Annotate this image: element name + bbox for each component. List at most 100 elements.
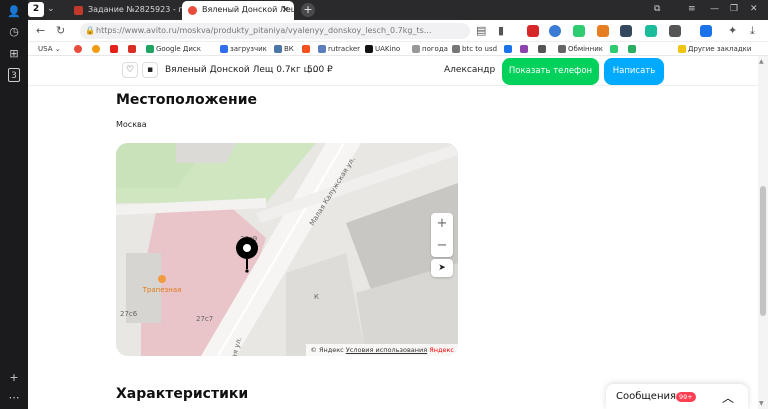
- building-label-27c6: 27с6: [120, 310, 138, 318]
- maximize-icon[interactable]: ❐: [730, 2, 738, 17]
- close-window-icon[interactable]: ✕: [750, 2, 758, 17]
- characteristics-heading: Характеристики: [116, 386, 249, 402]
- weather-icon: [412, 45, 420, 53]
- notes-icon[interactable]: ▪: [142, 62, 158, 78]
- sticky-product-header: ♡ ▪ Вяленый Донской Лещ 0.7кг ц... 500 ₽…: [28, 56, 768, 86]
- tab-label: Вяленый Донской Лещ: [202, 5, 294, 14]
- close-tab-icon[interactable]: ×: [281, 1, 289, 19]
- bookmark-icon[interactable]: ⧉: [654, 2, 660, 17]
- extension-ublock-icon[interactable]: [527, 25, 539, 37]
- bookmark-zagruzchik[interactable]: загрузчик: [220, 43, 267, 55]
- location-pin-icon: [236, 237, 258, 273]
- google-drive-icon: [146, 45, 154, 53]
- apps-icon[interactable]: ⊞: [6, 46, 22, 62]
- back-icon[interactable]: ←: [36, 23, 45, 39]
- exchange-icon: [558, 45, 566, 53]
- messages-label: Сообщения: [616, 391, 677, 402]
- zoom-in-button[interactable]: +: [431, 213, 453, 235]
- uakino-icon: [365, 45, 373, 53]
- bookmark-pogoda[interactable]: погода: [412, 43, 448, 55]
- extension-orange-icon[interactable]: [597, 25, 609, 37]
- chevron-down-icon[interactable]: ⌄: [47, 2, 55, 17]
- location-map[interactable]: Малая Калужская ул. ская ул. 27с9 27с6 2…: [116, 143, 458, 356]
- url-field[interactable]: 🔒 https://www.avito.ru/moskva/produkty_p…: [80, 23, 470, 39]
- navigation-arrow-icon: ➤: [438, 263, 446, 273]
- geolocation-button[interactable]: ➤: [431, 259, 453, 277]
- bookmark-google-drive[interactable]: Google Диск: [146, 43, 201, 55]
- bookmark-rutracker[interactable]: rutracker: [318, 43, 360, 55]
- favorite-heart-icon[interactable]: ♡: [122, 62, 138, 78]
- workspace-3-icon[interactable]: 3: [8, 68, 20, 82]
- reader-icon[interactable]: ▤: [476, 23, 486, 39]
- downloads-icon[interactable]: [700, 25, 712, 37]
- extension-green-icon[interactable]: [573, 25, 585, 37]
- tab-counter[interactable]: 2: [28, 2, 44, 17]
- scroll-down-icon[interactable]: ▼: [759, 400, 764, 407]
- extension-calendar-icon[interactable]: [620, 25, 632, 37]
- downloader-icon: [220, 45, 228, 53]
- bookmark-obminnyk[interactable]: Обмінник: [558, 43, 603, 55]
- bookmark-other[interactable]: Другие закладки: [678, 43, 751, 55]
- product-title: Вяленый Донской Лещ 0.7кг ц...: [165, 65, 319, 75]
- location-city: Москва: [116, 120, 147, 129]
- bookmark-btc[interactable]: btc to usd: [452, 43, 497, 55]
- building-label-27c7: 27с7: [196, 315, 214, 323]
- restaurant-icon: [158, 275, 166, 283]
- minimize-icon[interactable]: —: [710, 2, 719, 17]
- bookmark-purple-icon: [520, 45, 528, 53]
- messages-badge: 99+: [676, 392, 696, 402]
- download-arrow-icon[interactable]: ⤓: [750, 23, 755, 39]
- scrollbar-thumb[interactable]: [760, 186, 766, 316]
- tab-avito-active[interactable]: Вяленый Донской Лещ ×: [182, 1, 294, 20]
- folder-icon: [678, 45, 686, 53]
- youtube-icon: [110, 45, 118, 53]
- terms-link[interactable]: Условия использования: [346, 346, 427, 354]
- bookmark-star-icon: [628, 45, 636, 53]
- write-message-button[interactable]: Написать: [604, 58, 664, 85]
- extension-copy-icon[interactable]: [669, 25, 681, 37]
- tab-bar: 2 ⌄ Задание №2825923 - про Вяленый Донск…: [28, 0, 768, 20]
- bookmark-p-icon: [504, 45, 512, 53]
- bookmark-grey-icon: [538, 45, 546, 53]
- profile-icon[interactable]: 👤: [6, 4, 22, 20]
- bookmark-usa[interactable]: USA ⌄: [38, 43, 61, 55]
- extension-vpn-icon[interactable]: [549, 25, 561, 37]
- lock-icon: 🔒: [85, 26, 95, 35]
- sp-favicon-icon: [74, 6, 83, 15]
- add-panel-icon[interactable]: +: [6, 370, 22, 386]
- poi-cafe[interactable]: Трапезная: [136, 275, 188, 294]
- bookmark-orange-icon: [92, 45, 100, 53]
- map-copyright: © Яндекс Условия использования Яндекс: [306, 344, 458, 356]
- map-zoom-control: + −: [431, 213, 453, 257]
- gmail-icon: [128, 45, 136, 53]
- reload-icon[interactable]: ↻: [56, 23, 65, 39]
- panel-settings-icon[interactable]: ⋯: [6, 390, 22, 406]
- menu-icon[interactable]: ≡: [688, 2, 696, 17]
- bookmark-vk[interactable]: ВК: [274, 43, 294, 55]
- bookmark-f-icon: [302, 45, 310, 53]
- bookmarks-bar: USA ⌄ Google Диск загрузчик ВК rutracker…: [28, 42, 768, 56]
- zoom-out-button[interactable]: −: [431, 235, 453, 257]
- extensions-puzzle-icon[interactable]: ✦: [728, 23, 737, 39]
- search-icon: [452, 45, 460, 53]
- show-phone-button[interactable]: Показать телефон: [502, 58, 599, 85]
- extension-v-icon[interactable]: [645, 25, 657, 37]
- page-scrollbar[interactable]: ▲ ▼: [758, 56, 768, 409]
- location-heading: Местоположение: [116, 92, 258, 108]
- url-text: https://www.avito.ru/moskva/produkty_pit…: [96, 26, 432, 35]
- chevron-up-icon[interactable]: ︿: [722, 389, 734, 406]
- yandex-logo: Яндекс: [429, 346, 454, 354]
- bookmark-star-icon[interactable]: ▮: [498, 23, 504, 39]
- product-price: 500 ₽: [307, 65, 333, 75]
- messages-widget[interactable]: Сообщения 99+ ︿: [606, 384, 748, 409]
- avito-favicon-icon: [188, 6, 197, 15]
- seller-name[interactable]: Александр: [444, 65, 495, 75]
- google-icon: [74, 45, 82, 53]
- bookmark-uakino[interactable]: UAKino: [365, 43, 400, 55]
- building-label-k: К: [314, 293, 319, 301]
- browser-window: 👤 ◷ ⊞ 3 + ⋯ 2 ⌄ Задание №2825923 - про В…: [0, 0, 768, 409]
- history-icon[interactable]: ◷: [6, 24, 22, 40]
- scroll-up-icon[interactable]: ▲: [759, 58, 764, 65]
- new-tab-button[interactable]: +: [301, 3, 315, 17]
- tab-label: Задание №2825923 - про: [88, 5, 194, 14]
